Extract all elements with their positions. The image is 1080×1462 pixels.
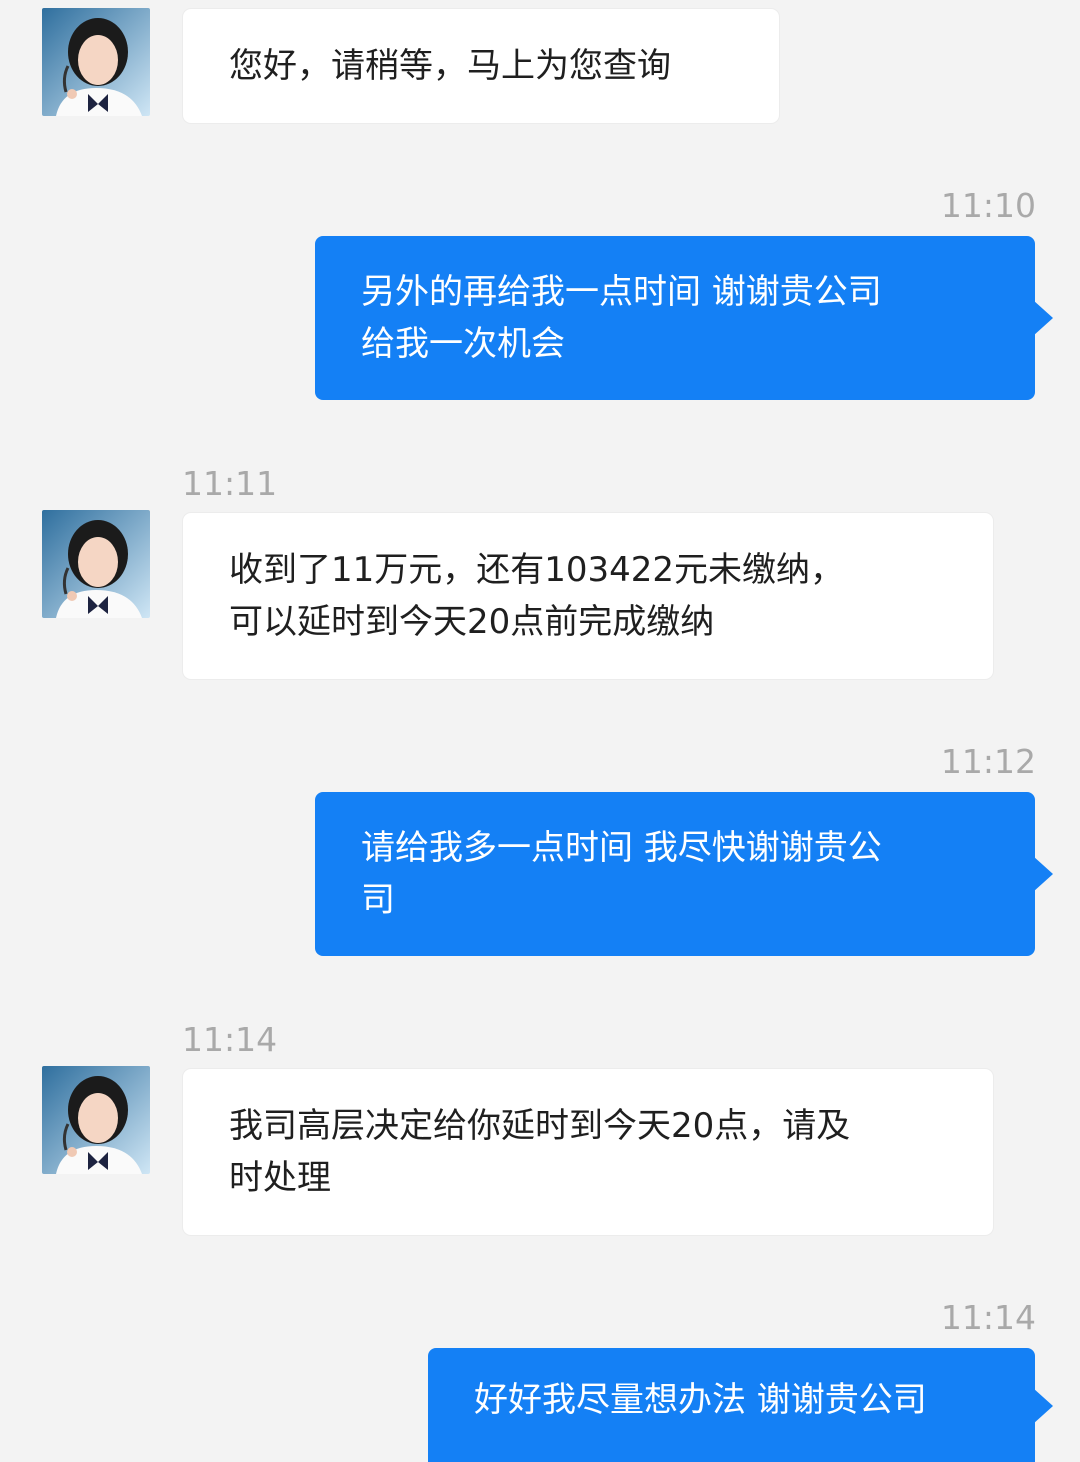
message-timestamp: 11:14 — [940, 1298, 1036, 1337]
outgoing-message-bubble[interactable]: 好好我尽量想办法 谢谢贵公司 — [428, 1348, 1053, 1462]
agent-avatar-image — [42, 1066, 150, 1174]
message-timestamp: 11:14 — [182, 1020, 278, 1059]
message-text-line: 可以延时到今天20点前完成缴纳 — [229, 602, 715, 642]
bubble-tail — [1033, 1388, 1053, 1424]
chat-conversation: 您好，请稍等，马上为您查询 11:10 另外的再给我一点时间 谢谢贵公司 给我一… — [0, 0, 1080, 1462]
incoming-message-bubble[interactable]: 您好，请稍等，马上为您查询 — [183, 9, 779, 123]
message-text-line: 给我一次机会 — [361, 324, 565, 364]
message-timestamp: 11:10 — [940, 186, 1036, 225]
message-text-line: 时处理 — [229, 1158, 331, 1198]
message-text-line: 好好我尽量想办法 谢谢贵公司 — [474, 1380, 927, 1420]
message-text-line: 我司高层决定给你延时到今天20点，请及 — [229, 1106, 851, 1146]
outgoing-message-bubble[interactable]: 另外的再给我一点时间 谢谢贵公司 给我一次机会 — [315, 236, 1053, 400]
agent-avatar[interactable] — [42, 510, 150, 618]
message-text-line: 您好，请稍等，马上为您查询 — [229, 46, 671, 86]
outgoing-message-bubble[interactable]: 请给我多一点时间 我尽快谢谢贵公 司 — [315, 792, 1053, 956]
incoming-message-bubble[interactable]: 我司高层决定给你延时到今天20点，请及 时处理 — [183, 1069, 993, 1235]
message-timestamp: 11:11 — [182, 464, 278, 503]
agent-avatar-image — [42, 510, 150, 618]
agent-avatar[interactable] — [42, 8, 150, 116]
message-text-line: 收到了11万元，还有103422元未缴纳， — [229, 550, 845, 590]
message-text-line: 司 — [361, 880, 395, 920]
bubble-tail — [1033, 300, 1053, 336]
agent-avatar-image — [42, 8, 150, 116]
agent-avatar[interactable] — [42, 1066, 150, 1174]
message-timestamp: 11:12 — [940, 742, 1036, 781]
bubble-tail — [1033, 856, 1053, 892]
message-text-line: 另外的再给我一点时间 谢谢贵公司 — [361, 272, 882, 312]
incoming-message-bubble[interactable]: 收到了11万元，还有103422元未缴纳， 可以延时到今天20点前完成缴纳 — [183, 513, 993, 679]
message-text-line: 请给我多一点时间 我尽快谢谢贵公 — [361, 828, 882, 868]
